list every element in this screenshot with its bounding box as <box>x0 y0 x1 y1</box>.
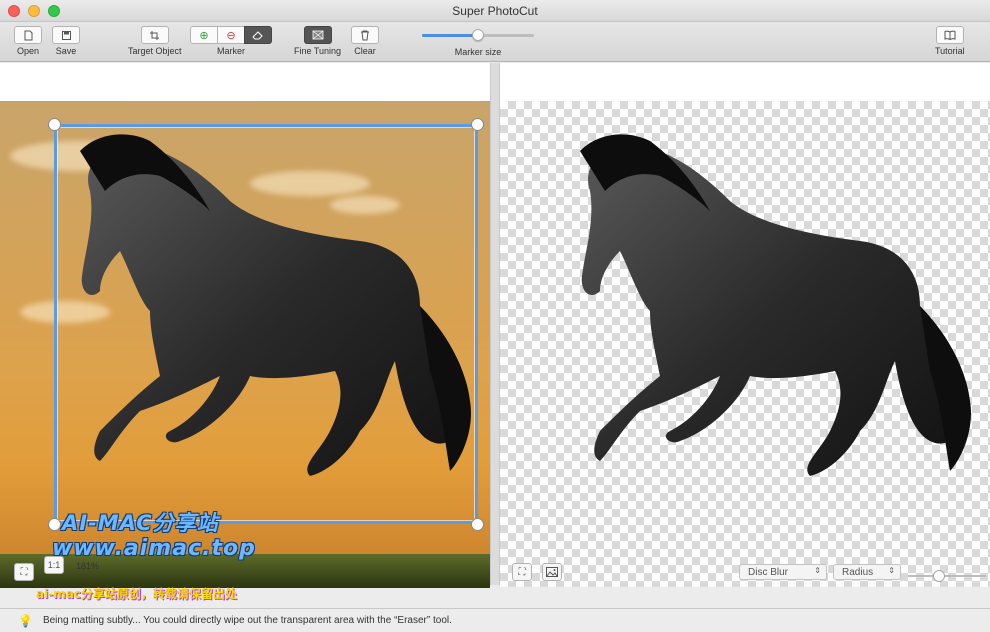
status-bar: 💡 Being matting subtly... You could dire… <box>0 608 990 632</box>
fit-to-window-button[interactable]: ⛶ <box>14 563 34 581</box>
fine-tuning-button[interactable]: Fine Tuning <box>294 26 341 56</box>
updown-icon: ⇕ <box>888 566 895 575</box>
trash-icon <box>351 26 379 44</box>
image-icon <box>546 567 558 577</box>
updown-icon: ⇕ <box>814 566 821 575</box>
selection-handle-bottom-left[interactable] <box>48 518 61 531</box>
plus-circle-icon: ⊕ <box>199 29 209 42</box>
target-object-label: Target Object <box>128 46 182 56</box>
clear-button[interactable]: Clear <box>351 26 379 56</box>
save-icon <box>52 26 80 44</box>
transparent-canvas <box>500 101 990 587</box>
pane-divider[interactable] <box>491 63 499 585</box>
horse-cutout <box>580 134 971 476</box>
minimize-window-button[interactable] <box>28 5 40 17</box>
clear-label: Clear <box>354 46 376 56</box>
marker-add-button[interactable]: ⊕ <box>190 26 218 44</box>
eraser-icon <box>252 31 263 40</box>
title-bar: Super PhotoCut <box>0 0 990 22</box>
radius-slider[interactable] <box>908 570 986 582</box>
open-icon <box>14 26 42 44</box>
watermark-title: AI-MAC分享站 <box>62 511 219 535</box>
blur-param-value: Radius <box>842 566 874 578</box>
radius-knob[interactable] <box>933 570 946 582</box>
minus-circle-icon: ⊖ <box>226 29 236 42</box>
save-label: Save <box>55 46 77 56</box>
target-object-button[interactable]: Target Object <box>128 26 182 56</box>
status-message: Being matting subtly... You could direct… <box>42 615 452 626</box>
zoom-label: 1:1 <box>47 560 61 570</box>
expand-icon: ⛶ <box>518 566 526 578</box>
blur-param-select[interactable]: Radius ⇕ <box>833 564 901 580</box>
tutorial-button[interactable]: Tutorial <box>935 26 965 56</box>
fine-tuning-icon <box>303 26 332 44</box>
marker-size-fill <box>422 34 478 37</box>
tutorial-label: Tutorial <box>935 46 965 56</box>
toolbar: Open Save Target Object ⊕ ⊖ Marker Fine … <box>0 22 990 62</box>
preview-fit-button[interactable]: ⛶ <box>512 563 532 581</box>
watermark-note: ai-mac分享站原创，转载请保留出处 <box>36 587 237 601</box>
marker-remove-button[interactable]: ⊖ <box>217 26 245 44</box>
marker-label: Marker <box>216 46 245 56</box>
marker-group: ⊕ ⊖ Marker <box>190 26 272 56</box>
target-selection-box[interactable] <box>54 124 478 524</box>
book-icon <box>935 26 964 44</box>
open-label: Open <box>16 46 40 56</box>
watermark-url: www.aimac.top <box>52 536 256 561</box>
radius-track <box>908 575 986 577</box>
selection-handle-top-right[interactable] <box>471 118 484 131</box>
selection-handle-bottom-right[interactable] <box>471 518 484 531</box>
marker-size-slider[interactable]: Marker size <box>422 29 534 58</box>
crop-icon <box>140 26 169 44</box>
left-pane-controls: ⛶ <box>14 560 34 584</box>
save-button[interactable]: Save <box>52 26 80 56</box>
open-button[interactable]: Open <box>14 26 42 56</box>
blur-mode-select[interactable]: Disc Blur ⇕ <box>739 564 827 580</box>
fine-tuning-label: Fine Tuning <box>294 46 342 56</box>
close-window-button[interactable] <box>8 5 20 17</box>
eraser-button[interactable] <box>244 26 272 44</box>
background-image-button[interactable] <box>542 563 562 581</box>
selection-handle-top-left[interactable] <box>48 118 61 131</box>
lightbulb-icon: 💡 <box>18 613 33 628</box>
window-title: Super PhotoCut <box>452 3 538 18</box>
expand-icon: ⛶ <box>20 566 28 578</box>
blur-mode-value: Disc Blur <box>748 566 789 578</box>
marker-size-knob[interactable] <box>472 29 484 41</box>
result-pane <box>499 63 990 587</box>
marker-size-label: Marker size <box>454 47 502 57</box>
zoom-window-button[interactable] <box>48 5 60 17</box>
window-controls <box>8 5 60 17</box>
zoom-percent: 181% <box>76 561 100 571</box>
